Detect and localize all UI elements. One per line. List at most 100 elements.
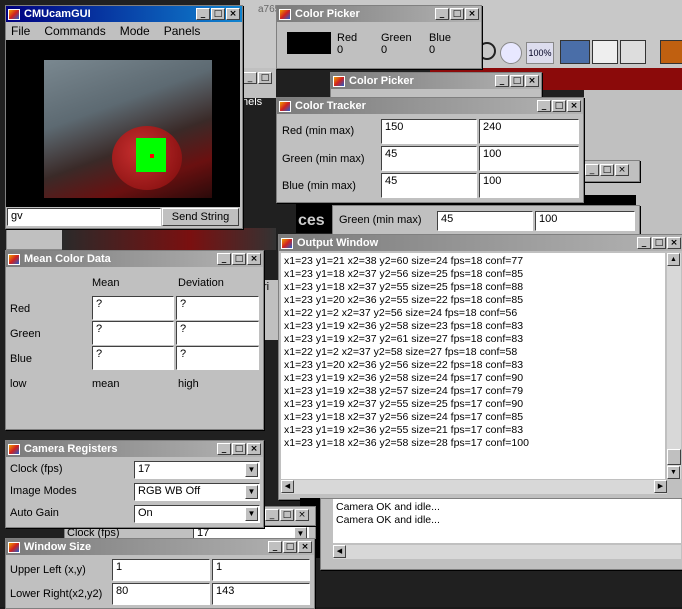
maximize-button[interactable]: □ — [283, 541, 297, 553]
scroll-thumb[interactable] — [667, 449, 681, 465]
vertical-scrollbar[interactable]: ▲ ▼ — [667, 253, 681, 479]
minimize-button[interactable]: _ — [435, 8, 449, 20]
close-button[interactable]: × — [465, 8, 479, 20]
chevron-down-icon[interactable]: ▼ — [245, 485, 258, 499]
title-bar[interactable]: Output Window _ □ × — [279, 235, 682, 251]
auto-gain-label: Auto Gain — [10, 507, 59, 519]
toolbar-zoom-label[interactable]: 100% — [526, 42, 554, 64]
green-mean-field[interactable]: ? — [92, 321, 174, 345]
minimize-button[interactable]: _ — [537, 100, 551, 112]
status-log[interactable]: Camera OK and idle... Camera OK and idle… — [333, 499, 681, 543]
window-title: Output Window — [297, 237, 379, 249]
maximize-button[interactable]: □ — [258, 72, 272, 84]
maximize-button[interactable]: □ — [232, 443, 246, 455]
output-line: x1=23 y1=20 x2=36 y2=55 size=22 fps=18 c… — [284, 294, 524, 306]
maximize-button[interactable]: □ — [652, 237, 666, 249]
red-mean-field[interactable]: ? — [92, 296, 174, 320]
minimize-button[interactable]: _ — [585, 164, 599, 176]
green-max-input[interactable]: 100 — [479, 146, 579, 171]
title-bar[interactable]: Window Size _ □ × — [6, 539, 314, 555]
app-icon — [8, 8, 20, 20]
minimize-button[interactable]: _ — [268, 541, 282, 553]
camera-view[interactable] — [6, 40, 240, 207]
send-string-button[interactable]: Send String — [162, 208, 239, 226]
green-deviation-field[interactable]: ? — [176, 321, 259, 345]
title-bar[interactable]: Camera Registers _ □ × — [6, 441, 263, 457]
scroll-left-button[interactable]: ◀ — [333, 545, 346, 558]
blue-max-input[interactable]: 100 — [479, 173, 579, 198]
auto-gain-select[interactable]: On ▼ — [134, 505, 260, 523]
title-bar[interactable]: CMUcamGUI _ □ × — [6, 6, 242, 22]
close-button[interactable]: × — [667, 237, 681, 249]
toolbar-zoom-out-icon[interactable] — [500, 42, 522, 64]
minimize-button[interactable]: _ — [217, 253, 231, 265]
green-max-input[interactable]: 100 — [535, 211, 635, 231]
close-button[interactable]: × — [226, 8, 240, 20]
scroll-down-button[interactable]: ▼ — [667, 466, 680, 479]
close-button[interactable]: × — [247, 443, 261, 455]
maximize-button[interactable]: □ — [552, 100, 566, 112]
close-button[interactable]: × — [525, 75, 539, 87]
maximize-button[interactable]: □ — [280, 509, 294, 521]
chevron-down-icon[interactable]: ▼ — [245, 507, 258, 521]
blue-deviation-field[interactable]: ? — [176, 346, 259, 370]
toolbar-grid-icon[interactable] — [620, 40, 646, 64]
close-button[interactable]: × — [295, 509, 309, 521]
title-bar[interactable]: Color Picker _ □ × — [277, 6, 481, 22]
minimize-button[interactable]: _ — [196, 8, 210, 20]
minimize-button[interactable]: _ — [217, 443, 231, 455]
output-line: x1=23 y1=19 x2=37 y2=61 size=27 fps=18 c… — [284, 333, 524, 345]
menu-mode[interactable]: Mode — [120, 24, 150, 38]
close-button[interactable]: × — [567, 100, 581, 112]
output-log[interactable]: x1=23 y1=21 x2=38 y2=60 size=24 fps=18 c… — [281, 253, 665, 479]
image-modes-select[interactable]: RGB WB Off ▼ — [134, 483, 260, 501]
upper-left-x-input[interactable]: 1 — [112, 559, 210, 581]
upper-left-y-input[interactable]: 1 — [212, 559, 310, 581]
green-min-input[interactable]: 45 — [437, 211, 533, 231]
menu-panels[interactable]: Panels — [164, 24, 201, 38]
app-icon — [8, 541, 20, 553]
horizontal-scrollbar[interactable]: ◀ ▶ — [281, 480, 667, 494]
menu-commands[interactable]: Commands — [44, 24, 105, 38]
close-button[interactable]: × — [247, 253, 261, 265]
maximize-button[interactable]: □ — [450, 8, 464, 20]
color-tracker-window: Color Tracker _ □ × Red (min max) 150 24… — [276, 97, 584, 203]
toolbar-app-icon[interactable] — [660, 40, 682, 64]
title-bar[interactable]: Color Picker _ □ × — [331, 73, 541, 89]
title-bar[interactable]: Mean Color Data _ □ × — [6, 251, 263, 267]
maximize-button[interactable]: □ — [211, 8, 225, 20]
blue-min-input[interactable]: 45 — [381, 173, 477, 198]
command-input[interactable]: gv — [7, 208, 161, 226]
maximize-button[interactable]: □ — [510, 75, 524, 87]
status-window-fragment: Camera OK and idle... Camera OK and idle… — [320, 498, 682, 570]
camera-image[interactable] — [44, 60, 212, 198]
scroll-left-button[interactable]: ◀ — [281, 480, 294, 493]
scroll-right-button[interactable]: ▶ — [654, 480, 667, 493]
toolbar-split-icon[interactable] — [592, 40, 618, 64]
minimize-button[interactable]: _ — [637, 237, 651, 249]
maximize-button[interactable]: □ — [232, 253, 246, 265]
blue-mean-field[interactable]: ? — [92, 346, 174, 370]
menu-file[interactable]: File — [11, 24, 30, 38]
chevron-down-icon[interactable]: ▼ — [245, 463, 258, 477]
scroll-up-button[interactable]: ▲ — [667, 253, 680, 266]
close-button[interactable]: × — [615, 164, 629, 176]
minimize-button[interactable]: _ — [495, 75, 509, 87]
red-deviation-field[interactable]: ? — [176, 296, 259, 320]
clock-fps-select[interactable]: 17 ▼ — [134, 461, 260, 479]
red-max-input[interactable]: 240 — [479, 119, 579, 144]
lower-right-y-input[interactable]: 143 — [212, 583, 310, 605]
title-bar[interactable]: Color Tracker _ □ × — [277, 98, 583, 114]
maximize-button[interactable]: □ — [600, 164, 614, 176]
toolbar-layout-icon[interactable] — [560, 40, 590, 64]
green-min-input[interactable]: 45 — [381, 146, 477, 171]
close-button[interactable]: × — [298, 541, 312, 553]
red-label: Red — [337, 32, 358, 44]
red-min-input[interactable]: 150 — [381, 119, 477, 144]
minimize-button[interactable]: _ — [265, 509, 279, 521]
window-title: Mean Color Data — [24, 253, 111, 265]
menu-bar: File Commands Mode Panels — [6, 22, 242, 40]
lower-right-x-input[interactable]: 80 — [112, 583, 210, 605]
minimize-button[interactable]: _ — [243, 72, 257, 84]
horizontal-scrollbar[interactable]: ◀ — [333, 545, 681, 559]
